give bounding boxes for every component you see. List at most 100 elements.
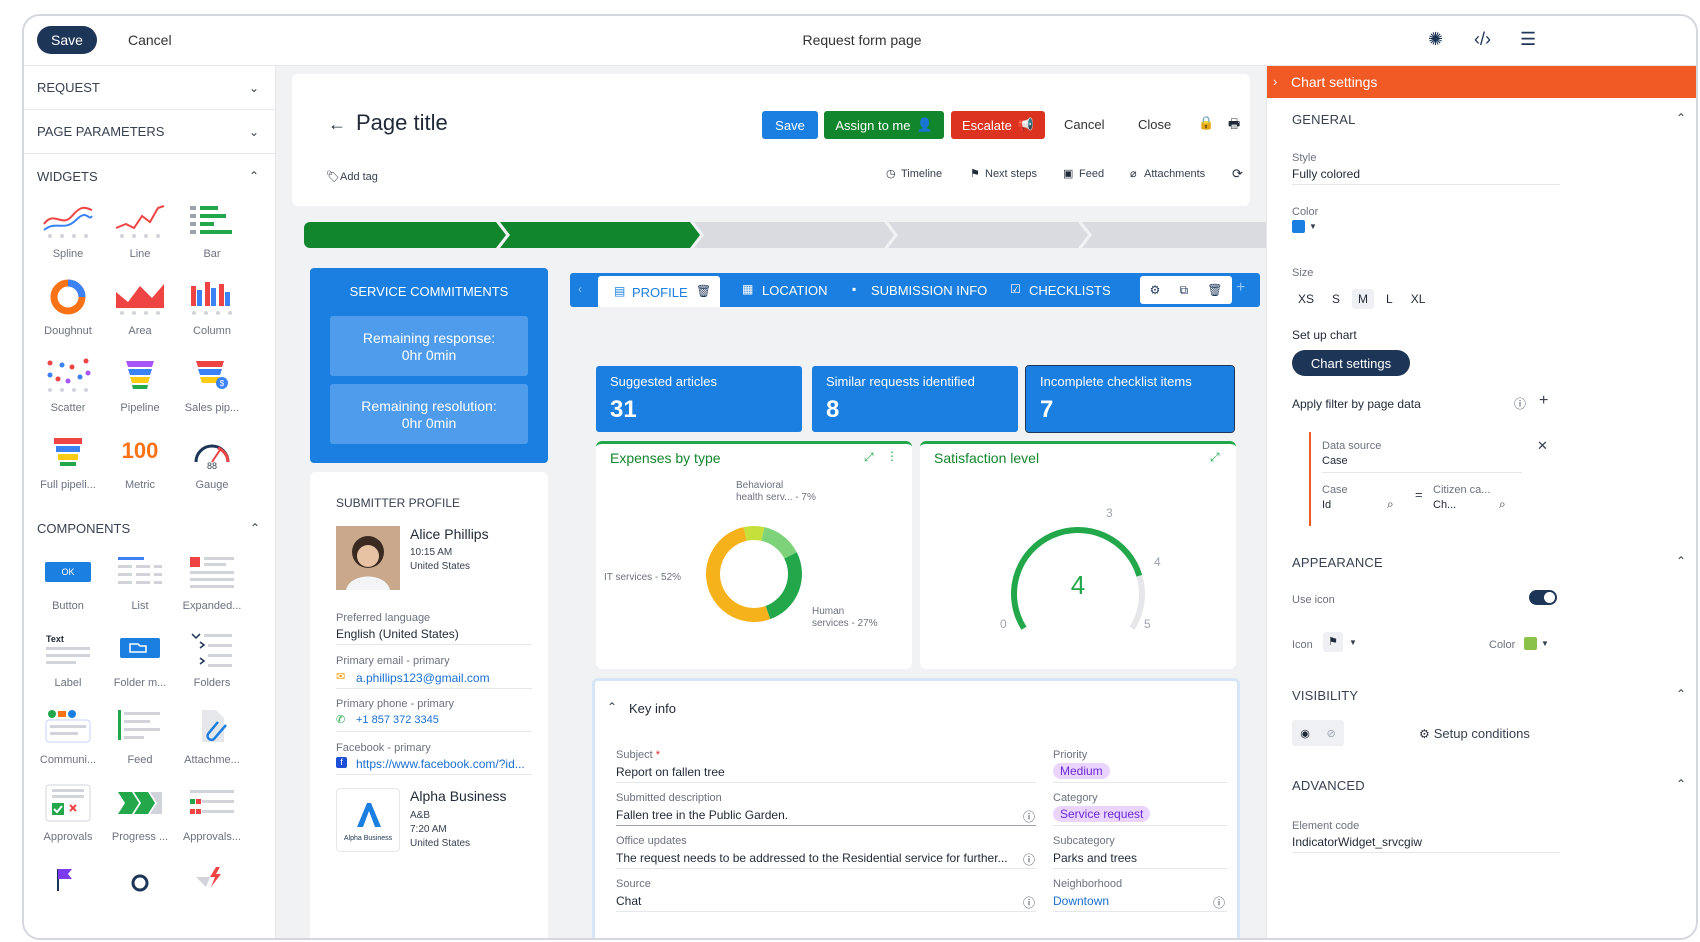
widget-metric[interactable]: 100 Metric xyxy=(104,429,176,506)
section-page-parameters[interactable]: PAGE PARAMETERS ⌄ xyxy=(24,110,275,154)
section-widgets[interactable]: WIDGETS ⌃ xyxy=(24,154,275,198)
add-filter-icon[interactable]: + xyxy=(1539,392,1548,410)
chart-settings-button[interactable]: Chart settings xyxy=(1292,350,1410,376)
component-label-widget[interactable]: Text Label xyxy=(32,627,104,704)
escalate-button[interactable]: Escalate 📢 xyxy=(951,111,1045,139)
data-source-value[interactable]: Case xyxy=(1322,455,1348,467)
add-tab-icon[interactable]: + xyxy=(1236,279,1245,297)
component-list[interactable]: List xyxy=(104,550,176,627)
eye-off-icon[interactable]: ⊘ xyxy=(1326,727,1335,740)
sliders-icon[interactable]: ☰ xyxy=(1520,29,1536,50)
next-steps-link[interactable]: Next steps xyxy=(985,168,1037,180)
stage-2[interactable] xyxy=(500,222,700,248)
timeline-link[interactable]: Timeline xyxy=(901,168,942,180)
component-folder-menu[interactable]: Folder m... xyxy=(104,627,176,704)
code-icon[interactable]: ‹/› xyxy=(1474,29,1491,50)
color-picker[interactable]: ▼ xyxy=(1292,220,1317,233)
size-m-selected[interactable]: M xyxy=(1352,289,1375,309)
widget-area[interactable]: Area xyxy=(104,275,176,352)
donut-slice-behavioral-health-serv-[interactable] xyxy=(743,526,765,541)
tabs-scroll-left-icon[interactable]: ‹ xyxy=(578,282,582,296)
add-tag-link[interactable]: Add tag xyxy=(340,171,378,183)
tile-similar-requests[interactable]: Similar requests identified 8 xyxy=(812,366,1018,432)
icon-color-picker[interactable]: ▼ xyxy=(1524,637,1549,650)
feed-link[interactable]: Feed xyxy=(1079,168,1104,180)
search-icon[interactable]: ⌕ xyxy=(1499,497,1506,512)
widget-column[interactable]: Column xyxy=(176,275,248,352)
chevron-up-icon[interactable]: ⌃ xyxy=(1676,554,1686,568)
phone-link[interactable]: +1 857 372 3345 xyxy=(356,714,439,726)
info-icon[interactable]: ⓘ xyxy=(1023,851,1035,868)
copy-icon[interactable]: ⧉ xyxy=(1179,283,1188,298)
widget-full-pipeline[interactable]: Full pipeli... xyxy=(32,429,104,506)
chevron-up-icon[interactable]: ⌃ xyxy=(607,700,617,714)
size-xl[interactable]: XL xyxy=(1405,289,1432,309)
style-select[interactable]: Fully colored xyxy=(1292,167,1360,181)
email-link[interactable]: a.phillips123@gmail.com xyxy=(356,671,490,685)
stage-4[interactable] xyxy=(888,222,1088,248)
component-attachments[interactable]: Attachme... xyxy=(176,704,248,781)
attachments-link[interactable]: Attachments xyxy=(1144,168,1205,180)
info-icon[interactable]: ⓘ xyxy=(1023,894,1035,911)
settings-icon[interactable]: ✺ xyxy=(1428,29,1443,50)
section-request[interactable]: REQUEST ⌄ xyxy=(24,66,275,110)
widget-line[interactable]: Line xyxy=(104,198,176,275)
tab-profile[interactable]: ▤ PROFILE 🗑 xyxy=(598,276,720,307)
component-button[interactable]: OK Button xyxy=(32,550,104,627)
trash-icon[interactable]: 🗑 xyxy=(1207,283,1222,297)
save-button[interactable]: Save xyxy=(762,111,818,139)
donut-slice-it-services[interactable] xyxy=(706,527,771,622)
assign-to-me-button[interactable]: Assign to me 👤 xyxy=(824,111,944,139)
icon-picker[interactable]: ⚑ ▼ xyxy=(1323,632,1357,652)
close-button[interactable]: Close xyxy=(1138,117,1171,132)
tile-incomplete-checklist[interactable]: Incomplete checklist items 7 xyxy=(1025,365,1235,433)
trash-icon[interactable]: 🗑 xyxy=(696,284,711,298)
info-icon[interactable]: ⓘ xyxy=(1514,395,1526,412)
size-xs[interactable]: XS xyxy=(1292,289,1320,309)
size-s[interactable]: S xyxy=(1326,289,1346,309)
component-expanded[interactable]: Expanded... xyxy=(176,550,248,627)
close-icon[interactable]: ✕ xyxy=(1537,438,1548,454)
component-progress[interactable]: Progress ... xyxy=(104,781,176,858)
source-value[interactable]: Chat xyxy=(616,894,641,908)
donut-slice-human-services[interactable] xyxy=(765,552,802,620)
stage-5[interactable] xyxy=(1082,222,1266,248)
size-l[interactable]: L xyxy=(1380,289,1399,309)
setup-conditions-button[interactable]: ⚙ Setup conditions xyxy=(1419,726,1530,741)
widget-gauge[interactable]: 88 Gauge xyxy=(176,429,248,506)
case-value[interactable]: Id xyxy=(1322,499,1331,511)
tab-checklists[interactable]: CHECKLISTS xyxy=(1029,283,1111,298)
info-icon[interactable]: ⓘ xyxy=(1213,894,1225,911)
component-ring[interactable] xyxy=(104,856,176,896)
description-value[interactable]: Fallen tree in the Public Garden. xyxy=(616,808,788,822)
use-icon-toggle[interactable] xyxy=(1529,590,1557,605)
stage-1[interactable] xyxy=(304,222,506,248)
gear-icon[interactable]: ⚙ xyxy=(1150,283,1161,297)
component-approvals[interactable]: Approvals xyxy=(32,781,104,858)
component-folders[interactable]: Folders xyxy=(176,627,248,704)
print-icon[interactable]: 🖶 xyxy=(1228,115,1240,137)
info-icon[interactable]: ⓘ xyxy=(1023,808,1035,825)
cancel-button[interactable]: Cancel xyxy=(1064,117,1104,132)
widget-spline[interactable]: Spline xyxy=(32,198,104,275)
eye-icon[interactable]: ◉ xyxy=(1300,727,1310,740)
stage-3[interactable] xyxy=(694,222,894,248)
component-communications[interactable]: Communi... xyxy=(32,704,104,781)
refresh-icon[interactable]: ⟳ xyxy=(1232,166,1243,182)
widget-scatter[interactable]: Scatter xyxy=(32,352,104,429)
office-updates-value[interactable]: The request needs to be addressed to the… xyxy=(616,851,1020,865)
neighborhood-link[interactable]: Downtown xyxy=(1053,894,1109,908)
chart-settings-header[interactable]: › Chart settings xyxy=(1267,66,1696,98)
donut-slice-other[interactable] xyxy=(761,527,797,559)
component-feed[interactable]: Feed xyxy=(104,704,176,781)
subject-value[interactable]: Report on fallen tree xyxy=(616,765,725,779)
back-arrow-icon[interactable]: ← xyxy=(328,114,346,135)
lock-icon[interactable]: 🔒 xyxy=(1198,115,1214,131)
subcategory-value[interactable]: Parks and trees xyxy=(1053,851,1137,865)
chevron-up-icon[interactable]: ⌃ xyxy=(1676,687,1686,701)
component-approvals-2[interactable]: Approvals... xyxy=(176,781,248,858)
widget-doughnut[interactable]: Doughnut xyxy=(32,275,104,352)
citizen-value[interactable]: Ch... xyxy=(1433,499,1456,511)
element-code-value[interactable]: IndicatorWidget_srvcgiw xyxy=(1292,835,1422,849)
component-lightning[interactable] xyxy=(176,856,248,896)
